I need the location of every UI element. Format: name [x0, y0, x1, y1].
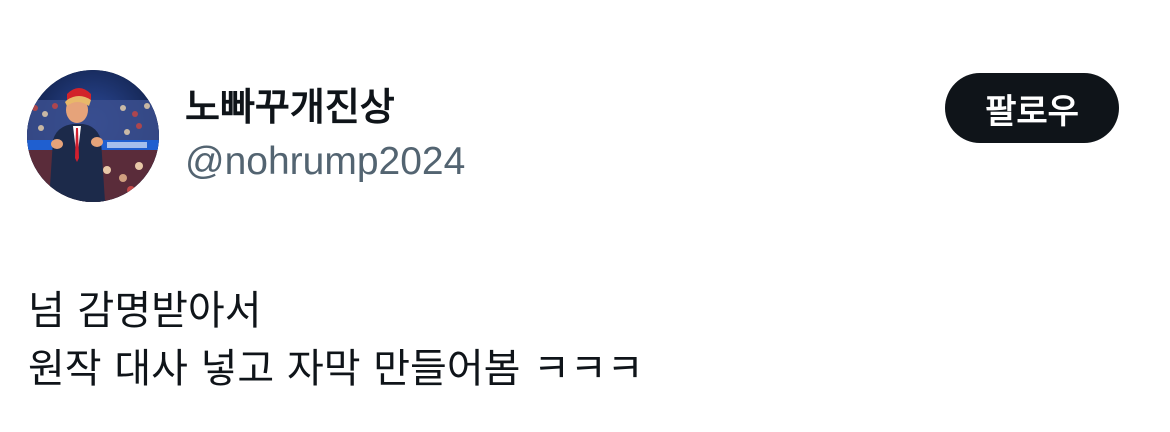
tweet-text-line: 넘 감명받아서	[28, 288, 262, 334]
display-name[interactable]: 노빠꾸개진상	[185, 84, 465, 130]
tweet-text: 넘 감명받아서 원작 대사 넣고 자막 만들어봄 ㅋㅋㅋ	[28, 282, 644, 398]
user-info: 노빠꾸개진상 @nohrump2024	[185, 84, 465, 184]
avatar-image	[27, 70, 159, 202]
tweet-header: 노빠꾸개진상 @nohrump2024 팔로우	[27, 70, 1119, 204]
tweet-text-line: 원작 대사 넣고 자막 만들어봄 ㅋㅋㅋ	[28, 346, 644, 392]
avatar[interactable]	[27, 70, 159, 202]
follow-button[interactable]: 팔로우	[945, 73, 1119, 143]
user-handle[interactable]: @nohrump2024	[185, 140, 465, 184]
